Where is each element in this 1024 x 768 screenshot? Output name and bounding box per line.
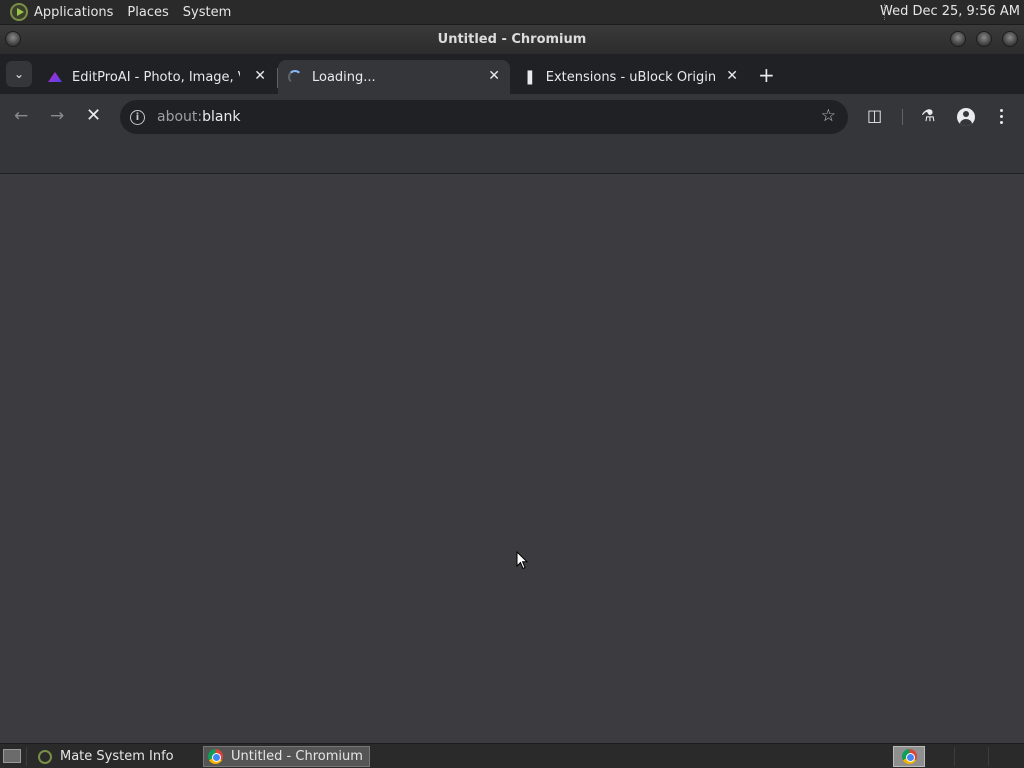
maximize-button[interactable] bbox=[976, 31, 992, 47]
menu-system[interactable]: System bbox=[183, 5, 231, 20]
tab-strip: ⌄ EditProAI - Photo, Image, Vid ✕ Loadin… bbox=[0, 54, 1024, 94]
back-arrow-icon[interactable]: ← bbox=[14, 106, 28, 126]
browser-toolbar: ← → ✕ i about: blank ☆ ◫ ⚗ bbox=[0, 94, 1024, 140]
mate-icon bbox=[38, 749, 52, 764]
close-icon[interactable]: ✕ bbox=[254, 68, 266, 84]
bookmarks-bar bbox=[0, 140, 1024, 174]
panel-separator bbox=[26, 747, 27, 766]
show-desktop-icon[interactable] bbox=[3, 749, 21, 763]
url-path: blank bbox=[202, 109, 241, 125]
window-titlebar[interactable]: Untitled - Chromium bbox=[0, 25, 1024, 54]
window-title: Untitled - Chromium bbox=[437, 32, 587, 47]
bookmark-star-icon[interactable]: ☆ bbox=[821, 106, 836, 126]
window-menu-button[interactable] bbox=[5, 31, 21, 47]
workspace-switcher[interactable] bbox=[893, 746, 925, 767]
tab-label: EditProAI - Photo, Image, Vid bbox=[72, 69, 240, 85]
chromium-icon bbox=[208, 749, 223, 764]
chevron-down-icon: ⌄ bbox=[13, 67, 25, 81]
task-label: Mate System Info bbox=[60, 749, 174, 764]
panel-separator bbox=[988, 747, 989, 766]
url-scheme: about: bbox=[157, 109, 203, 125]
tab-label: Loading... bbox=[312, 69, 376, 85]
puzzle-icon: ❚ bbox=[524, 69, 536, 85]
menu-places[interactable]: Places bbox=[127, 5, 168, 20]
address-bar[interactable]: i about: blank ☆ bbox=[120, 100, 848, 134]
panel-separator bbox=[954, 747, 955, 766]
mate-logo-icon[interactable] bbox=[10, 3, 28, 21]
taskbar-item-mate-system-info[interactable]: Mate System Info bbox=[34, 746, 198, 767]
tab-editproai[interactable]: EditProAI - Photo, Image, Vid ✕ bbox=[40, 60, 276, 94]
top-panel: Applications Places System Wed Dec 25, 9… bbox=[0, 0, 1024, 25]
bottom-panel: Mate System Info Untitled - Chromium bbox=[0, 743, 1024, 768]
forward-arrow-icon[interactable]: → bbox=[50, 106, 64, 126]
taskbar-item-chromium[interactable]: Untitled - Chromium bbox=[203, 746, 370, 767]
tab-extensions-ublock[interactable]: ❚ Extensions - uBlock Origin ✕ bbox=[512, 60, 748, 94]
site-info-icon[interactable]: i bbox=[130, 109, 145, 125]
page-content[interactable] bbox=[0, 175, 1024, 743]
editproai-icon bbox=[48, 72, 62, 82]
minimize-button[interactable] bbox=[950, 31, 966, 47]
stop-loading-icon[interactable]: ✕ bbox=[86, 105, 101, 126]
extensions-puzzle-icon[interactable]: ◫ bbox=[867, 106, 882, 125]
tab-loading[interactable]: Loading... ✕ bbox=[278, 60, 510, 94]
more-menu-icon[interactable] bbox=[998, 109, 1004, 124]
clock[interactable]: Wed Dec 25, 9:56 AM bbox=[880, 4, 1020, 19]
tab-label: Extensions - uBlock Origin bbox=[545, 69, 717, 85]
close-icon[interactable]: ✕ bbox=[488, 68, 500, 84]
close-icon[interactable]: ✕ bbox=[726, 68, 738, 84]
tab-search-button[interactable]: ⌄ bbox=[6, 61, 32, 87]
new-tab-button[interactable]: + bbox=[758, 63, 775, 87]
close-window-button[interactable] bbox=[1002, 31, 1018, 47]
task-label: Untitled - Chromium bbox=[231, 749, 363, 764]
labs-flask-icon[interactable]: ⚗ bbox=[921, 106, 935, 125]
loading-spinner-icon bbox=[288, 70, 302, 84]
profile-avatar-icon[interactable] bbox=[957, 108, 975, 126]
chromium-icon bbox=[901, 749, 917, 764]
menu-applications[interactable]: Applications bbox=[34, 5, 113, 20]
toolbar-separator bbox=[902, 109, 903, 125]
